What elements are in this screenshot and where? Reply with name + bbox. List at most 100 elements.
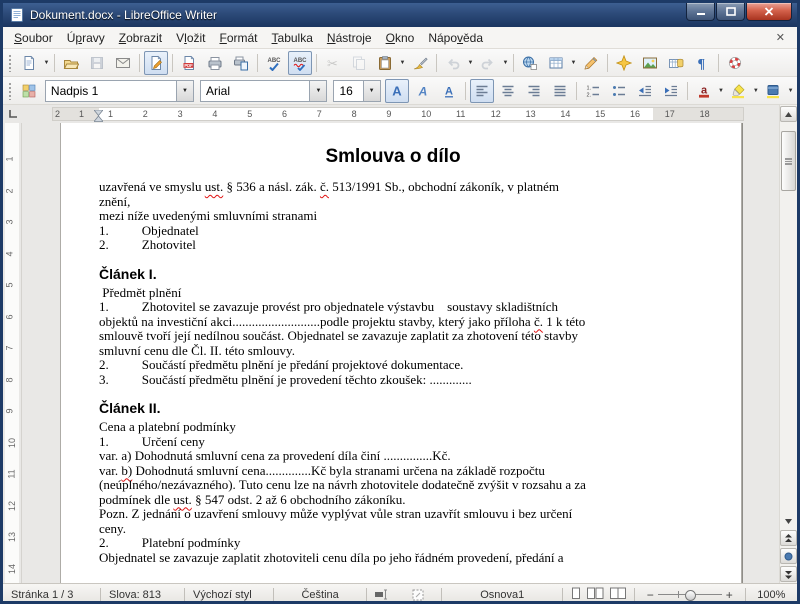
highlighting-button[interactable] <box>726 79 750 103</box>
zoom-in-icon[interactable]: + <box>722 588 737 602</box>
menu-insert[interactable]: Vložit <box>169 29 212 47</box>
selection-mode-icon[interactable] <box>404 584 441 601</box>
zoom-slider-track[interactable] <box>657 589 722 601</box>
align-justify-button[interactable] <box>548 79 572 103</box>
decrease-indent-button[interactable] <box>633 79 657 103</box>
bullet-list-button[interactable] <box>607 79 631 103</box>
misspelled-word: č. <box>533 313 543 329</box>
draw-functions-button[interactable] <box>579 51 603 75</box>
new-document-dropdown-icon[interactable]: ▼ <box>42 52 51 74</box>
close-document-icon[interactable]: ✕ <box>768 31 793 44</box>
font-size-dropdown-icon[interactable]: ▼ <box>362 80 380 101</box>
scroll-down-arrow-icon[interactable] <box>781 514 796 528</box>
status-page-style[interactable]: Výchozí styl <box>185 584 273 601</box>
menu-tools[interactable]: Nástroje <box>320 29 379 47</box>
doc-line: uzavřená ve smyslu ust. § 536 a násl. zá… <box>99 179 687 195</box>
print-button[interactable] <box>203 51 227 75</box>
font-color-dropdown-icon[interactable]: ▼ <box>717 80 726 102</box>
insert-mode-icon[interactable] <box>367 584 404 601</box>
paste-button[interactable] <box>373 51 397 75</box>
text-segment: objektů na investiční akci..............… <box>99 313 534 329</box>
menu-format[interactable]: Formát <box>213 29 265 47</box>
increase-indent-button[interactable] <box>659 79 683 103</box>
status-language[interactable]: Čeština <box>274 584 366 601</box>
vertical-scrollbar[interactable] <box>779 105 797 583</box>
toolbar-grip[interactable] <box>8 81 13 100</box>
underline-button[interactable]: A <box>437 79 461 103</box>
single-page-view-icon[interactable] <box>571 587 581 602</box>
menu-table[interactable]: Tabulka <box>265 29 320 47</box>
menu-view[interactable]: Zobrazit <box>112 29 169 47</box>
styles-panel-button[interactable] <box>17 79 41 103</box>
close-button[interactable] <box>746 3 792 21</box>
underline-icon: A <box>441 83 457 99</box>
background-color-button[interactable] <box>761 79 785 103</box>
scroll-up-arrow-icon[interactable] <box>780 106 797 122</box>
zoom-percentage[interactable]: 100% <box>746 584 797 601</box>
font-size-combobox[interactable]: 16 ▼ <box>333 79 381 102</box>
font-name-dropdown-icon[interactable]: ▼ <box>309 80 327 101</box>
hyperlink-button[interactable] <box>518 51 542 75</box>
navigator-button[interactable] <box>612 51 636 75</box>
clone-formatting-button[interactable] <box>408 51 432 75</box>
hruler-number: 16 <box>630 109 641 119</box>
vertical-ruler[interactable]: 1 2 3 4 5 6 7 8 9 10 11 12 13 14 <box>3 123 22 583</box>
open-button[interactable] <box>59 51 83 75</box>
data-sources-button[interactable] <box>664 51 688 75</box>
new-document-button[interactable] <box>17 51 41 75</box>
doc-line: ceny. <box>99 521 687 537</box>
formatting-marks-button[interactable]: ¶ <box>690 51 714 75</box>
text-segment: Součástí předmětu plnění je provedení tě… <box>141 371 472 387</box>
svg-text:2.: 2. <box>586 92 591 98</box>
auto-spellcheck-button[interactable]: ABC <box>288 50 312 75</box>
numbered-list-button[interactable]: 1. 2. <box>581 79 605 103</box>
menu-window[interactable]: Okno <box>379 29 422 47</box>
document-page[interactable]: Smlouva o dílo uzavřená ve smyslu ust. § … <box>60 123 742 583</box>
menu-help[interactable]: Nápověda <box>421 29 490 47</box>
background-color-dropdown-icon[interactable]: ▼ <box>786 80 795 102</box>
paste-dropdown-icon[interactable]: ▼ <box>398 52 407 74</box>
horizontal-ruler[interactable]: 2 1 1 2 3 4 5 6 7 8 9 10 11 12 13 14 15 16 17 18 <box>52 107 744 122</box>
toolbar-grip[interactable] <box>8 53 13 72</box>
scrollbar-thumb[interactable] <box>781 131 796 191</box>
print-preview-button[interactable] <box>229 51 253 75</box>
spelling-button[interactable]: ABC <box>262 51 286 75</box>
status-outline-level[interactable]: Osnova1 <box>442 584 562 601</box>
hruler-number: 14 <box>560 109 571 119</box>
menu-edit[interactable]: Úpravy <box>60 29 112 47</box>
edit-file-button[interactable] <box>144 50 168 75</box>
paragraph-style-combobox[interactable]: Nadpis 1 ▼ <box>44 79 194 102</box>
zoom-out-icon[interactable]: − <box>643 588 658 602</box>
title-bar[interactable]: Dokument.docx - LibreOffice Writer <box>3 3 797 27</box>
email-button[interactable] <box>111 51 135 75</box>
previous-page-button[interactable] <box>780 530 797 546</box>
italic-button[interactable]: A <box>411 79 435 103</box>
export-pdf-button[interactable]: PDF <box>177 51 201 75</box>
align-right-button[interactable] <box>522 79 546 103</box>
minimize-button[interactable] <box>686 3 715 21</box>
bold-button[interactable]: A <box>384 78 409 103</box>
font-color-button[interactable]: a <box>692 79 716 103</box>
paragraph-style-dropdown-icon[interactable]: ▼ <box>175 80 193 101</box>
zoom-slider-thumb[interactable] <box>684 590 696 601</box>
status-page-number[interactable]: Stránka 1 / 3 <box>3 584 100 601</box>
book-view-icon[interactable] <box>609 587 626 602</box>
insert-table-button[interactable] <box>544 51 568 75</box>
insert-table-dropdown-icon[interactable]: ▼ <box>569 52 578 74</box>
hruler-number: 15 <box>595 109 606 119</box>
tab-stop-selector[interactable] <box>3 105 22 123</box>
align-left-button[interactable] <box>469 78 494 103</box>
export-pdf-icon: PDF <box>181 55 197 71</box>
multi-page-view-icon[interactable] <box>587 587 604 602</box>
zoom-slider[interactable]: − + <box>635 584 745 602</box>
gallery-button[interactable] <box>638 51 662 75</box>
font-name-combobox[interactable]: Arial ▼ <box>199 79 328 102</box>
next-page-button[interactable] <box>780 566 797 582</box>
highlighting-dropdown-icon[interactable]: ▼ <box>751 80 760 102</box>
menu-file[interactable]: Soubor <box>7 29 60 47</box>
help-button[interactable] <box>723 51 747 75</box>
navigation-button[interactable] <box>780 548 797 564</box>
status-word-count[interactable]: Slova: 813 <box>101 584 184 601</box>
maximize-button[interactable] <box>716 3 745 21</box>
align-center-button[interactable] <box>496 79 520 103</box>
